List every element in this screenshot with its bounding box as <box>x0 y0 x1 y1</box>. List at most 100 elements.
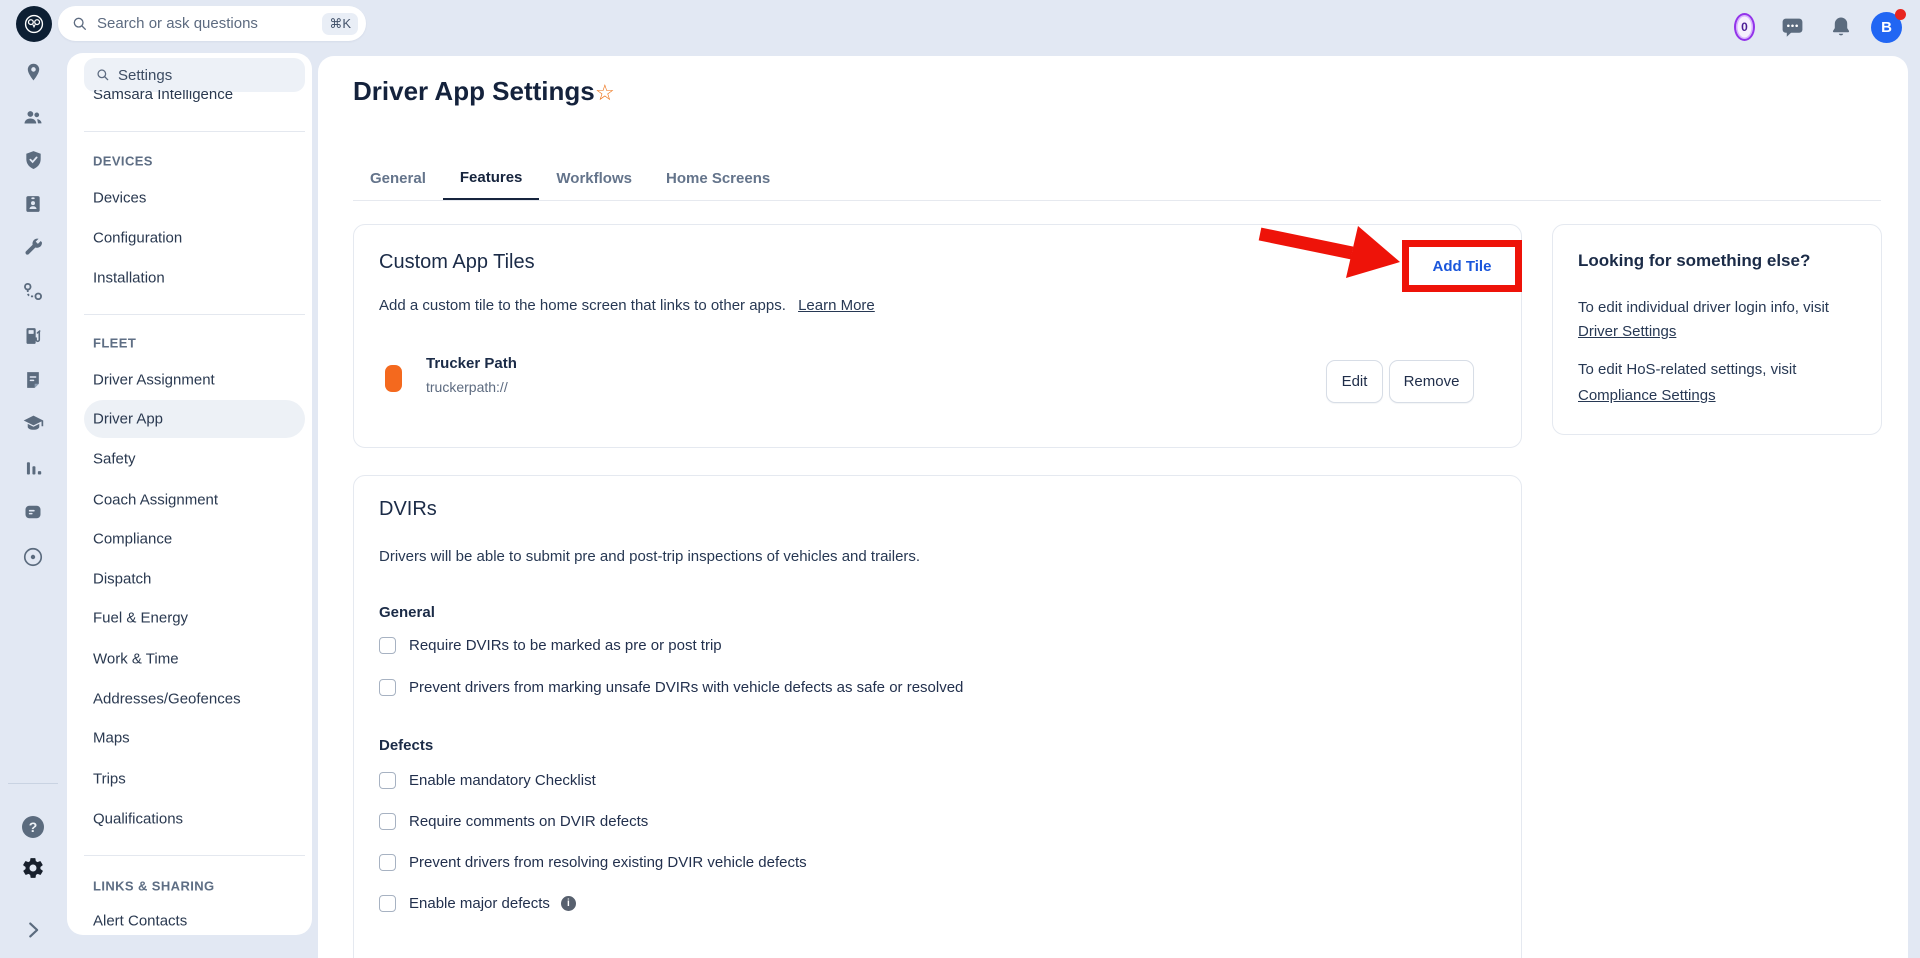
chevron-right-icon <box>22 919 44 941</box>
people-icon <box>22 107 44 128</box>
samsara-logo[interactable] <box>16 6 52 42</box>
sidebar-item-coach-assignment[interactable]: Coach Assignment <box>93 492 218 509</box>
rewards-count: 0 <box>1741 20 1748 34</box>
sidebar-item-safety[interactable]: Safety <box>93 451 136 468</box>
search-icon <box>72 16 88 32</box>
sidebar-item-maps[interactable]: Maps <box>93 730 130 747</box>
rail-item-id-badge[interactable] <box>0 193 66 215</box>
checkbox-require-pre-post[interactable] <box>379 637 396 654</box>
checkbox-prevent-unsafe[interactable] <box>379 679 396 696</box>
sidebar-item-trips[interactable]: Trips <box>93 771 126 788</box>
sidebar-divider <box>84 314 305 315</box>
sidebar-item-driver-assignment[interactable]: Driver Assignment <box>93 372 215 389</box>
rail-item-insights[interactable] <box>0 457 66 478</box>
rail-item-training[interactable] <box>0 413 66 434</box>
tab-workflows[interactable]: Workflows <box>539 156 649 201</box>
keyboard-shortcut-badge: ⌘K <box>322 13 358 35</box>
card-title: Custom App Tiles <box>379 251 535 274</box>
rail-item-feedback[interactable] <box>0 502 66 522</box>
rail-item-safety[interactable] <box>0 149 66 171</box>
favorite-star-icon[interactable]: ☆ <box>595 80 615 106</box>
sidebar-item-compliance[interactable]: Compliance <box>93 531 172 548</box>
notifications-button[interactable] <box>1829 14 1853 40</box>
checkbox-row: Prevent drivers from marking unsafe DVIR… <box>379 679 963 696</box>
tab-features[interactable]: Features <box>443 156 540 201</box>
wrench-icon <box>23 237 44 258</box>
sidebar-item-alert-contacts[interactable]: Alert Contacts <box>93 913 187 930</box>
rail-item-fuel-energy[interactable] <box>0 325 66 347</box>
checkbox-mandatory-checklist[interactable] <box>379 772 396 789</box>
sidebar-header-fleet: FLEET <box>93 336 136 351</box>
sidebar-item-fuel-energy[interactable]: Fuel & Energy <box>93 610 188 627</box>
sidebar-item-samsara-intelligence[interactable]: Samsara Intelligence <box>93 90 233 105</box>
sidebar-item-installation[interactable]: Installation <box>93 270 165 287</box>
bell-icon <box>1829 14 1853 40</box>
checkbox-row: Prevent drivers from resolving existing … <box>379 854 807 871</box>
sidebar-item-work-time[interactable]: Work & Time <box>93 651 179 668</box>
rail-item-compass[interactable] <box>0 546 66 568</box>
notification-dot <box>1895 9 1906 20</box>
trucker-path-app-icon <box>385 365 402 392</box>
messages-button[interactable] <box>1780 14 1805 40</box>
shield-check-icon <box>23 149 44 171</box>
sidebar-search-placeholder: Settings <box>118 67 172 84</box>
driver-login-text: To edit individual driver login info, vi… <box>1578 299 1829 316</box>
sidebar-search-input[interactable]: Settings <box>84 58 305 92</box>
page-title: Driver App Settings <box>353 76 595 107</box>
edit-button[interactable]: Edit <box>1326 360 1383 403</box>
annotation-arrow-icon <box>1248 221 1413 299</box>
sidebar-header-devices: DEVICES <box>93 154 153 169</box>
sidebar-item-qualifications[interactable]: Qualifications <box>93 811 183 828</box>
remove-button[interactable]: Remove <box>1389 360 1474 403</box>
sidebar-divider <box>84 855 305 856</box>
driver-settings-link[interactable]: Driver Settings <box>1578 323 1676 340</box>
expand-sidebar-button[interactable] <box>0 919 66 941</box>
sidebar-divider <box>84 131 305 132</box>
checkbox-row: Require DVIRs to be marked as pre or pos… <box>379 637 722 654</box>
global-search-input[interactable]: Search or ask questions ⌘K <box>58 6 366 41</box>
checkbox-prevent-resolving[interactable] <box>379 854 396 871</box>
sidebar-item-addresses-geofences[interactable]: Addresses/Geofences <box>93 691 241 708</box>
location-icon <box>23 62 44 83</box>
settings-sidebar: Settings Samsara Intelligence DEVICES De… <box>67 53 312 935</box>
general-subheader: General <box>379 604 435 621</box>
report-icon <box>23 369 43 391</box>
rail-item-people[interactable] <box>0 107 66 128</box>
rewards-badge[interactable]: 0 <box>1734 13 1755 41</box>
checkbox-row: Enable major defects i <box>379 895 576 912</box>
rail-item-maintenance[interactable] <box>0 237 66 258</box>
checkbox-major-defects[interactable] <box>379 895 396 912</box>
id-badge-icon <box>23 193 43 215</box>
checkbox-row: Require comments on DVIR defects <box>379 813 648 830</box>
sidebar-item-configuration[interactable]: Configuration <box>93 230 182 247</box>
tab-divider <box>353 200 1881 201</box>
chat-icon <box>1780 14 1805 40</box>
checkbox-require-comments[interactable] <box>379 813 396 830</box>
tile-name: Trucker Path <box>426 355 517 372</box>
compliance-settings-link[interactable]: Compliance Settings <box>1578 387 1716 404</box>
hos-text: To edit HoS-related settings, visit <box>1578 361 1796 378</box>
help-card: Looking for something else? To edit indi… <box>1552 224 1882 435</box>
rail-item-routes[interactable] <box>0 281 66 302</box>
settings-button[interactable] <box>0 856 66 880</box>
tab-bar: General Features Workflows Home Screens <box>353 156 787 201</box>
sidebar-item-dispatch[interactable]: Dispatch <box>93 571 151 588</box>
graduation-cap-icon <box>22 413 45 434</box>
dvirs-card: DVIRs Drivers will be able to submit pre… <box>353 475 1522 958</box>
help-card-title: Looking for something else? <box>1578 251 1810 271</box>
gear-icon <box>21 856 45 880</box>
card-description: Add a custom tile to the home screen tha… <box>379 297 875 314</box>
tab-general[interactable]: General <box>353 156 443 201</box>
sidebar-item-driver-app[interactable]: Driver App <box>93 411 163 428</box>
feedback-card-icon <box>22 502 44 522</box>
learn-more-link[interactable]: Learn More <box>798 297 875 314</box>
defects-subheader: Defects <box>379 737 433 754</box>
rail-item-reports[interactable] <box>0 369 66 391</box>
tab-home-screens[interactable]: Home Screens <box>649 156 787 201</box>
info-icon[interactable]: i <box>561 896 576 911</box>
help-button[interactable]: ? <box>0 816 66 838</box>
rail-item-location[interactable] <box>0 62 66 83</box>
tile-url: truckerpath:// <box>426 379 508 395</box>
sidebar-item-devices[interactable]: Devices <box>93 190 146 207</box>
add-tile-button[interactable]: Add Tile <box>1402 240 1522 292</box>
